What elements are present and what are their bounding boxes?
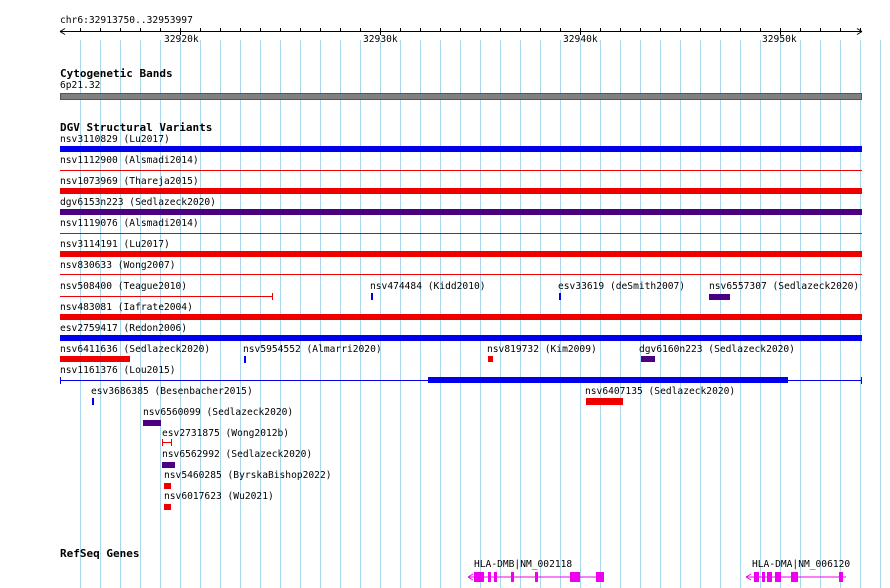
variant-bar-end-tick [162,439,163,446]
variant-label[interactable]: nsv830633 (Wong2007) [60,260,176,272]
variant-label[interactable]: nsv6407135 (Sedlazeck2020) [585,386,735,398]
gene-exon [474,572,484,582]
variant-label[interactable]: esv3686385 (Besenbacher2015) [91,386,253,398]
gene-models[interactable] [0,566,890,588]
variant-bar[interactable] [641,356,655,362]
variant-bar[interactable] [244,356,246,363]
variant-bar[interactable] [60,209,862,215]
variant-bar-end-tick [60,377,61,384]
variant-bar[interactable] [60,356,130,362]
cytoband-label: 6p21.32 [60,80,101,91]
variant-label[interactable]: nsv483081 (Iafrate2004) [60,302,193,314]
variant-label[interactable]: nsv1161376 (Lou2015) [60,365,176,377]
ruler-tick-32930k: 32930k [363,34,398,45]
cytoband-track-title[interactable]: Cytogenetic Bands [60,67,173,80]
variant-bar[interactable] [143,420,161,426]
variant-label[interactable]: nsv474484 (Kidd2010) [370,281,486,293]
gene-exon [494,572,497,582]
variant-bar-thick[interactable] [428,377,788,383]
variant-label[interactable]: nsv6560099 (Sedlazeck2020) [143,407,293,419]
variant-label[interactable]: nsv1112900 (Alsmadi2014) [60,155,199,167]
variant-label[interactable]: nsv3110829 (Lu2017) [60,134,170,146]
gene-exon [767,572,772,582]
variant-bar[interactable] [559,293,561,300]
variant-bar[interactable] [60,233,862,234]
gene-exon [775,572,781,582]
variant-label[interactable]: nsv5460285 (ByrskaBishop2022) [164,470,332,482]
variant-bar[interactable] [92,398,94,405]
variant-label[interactable]: nsv6017623 (Wu2021) [164,491,274,503]
variant-label[interactable]: dgv6160n223 (Sedlazeck2020) [639,344,795,356]
variant-bar[interactable] [60,335,862,341]
variant-bar-end-tick [272,293,273,300]
gene-exon [596,572,604,582]
variant-bar[interactable] [164,483,171,489]
gene-exon [535,572,538,582]
ruler-tick-32920k: 32920k [164,34,199,45]
cytoband-bar[interactable] [60,93,862,100]
variant-bar[interactable] [709,294,730,300]
gene-exon [791,572,798,582]
gene-exon [762,572,765,582]
variant-label[interactable]: nsv1073969 (Thareja2015) [60,176,199,188]
variant-bar-end-tick [171,439,172,446]
variant-bar[interactable] [162,462,175,468]
gene-exon [511,572,514,582]
variant-label[interactable]: nsv1119076 (Alsmadi2014) [60,218,199,230]
variant-bar[interactable] [60,314,862,320]
ruler-tick-32940k: 32940k [563,34,598,45]
variant-label[interactable]: esv33619 (deSmith2007) [558,281,685,293]
ruler-tick-32950k: 32950k [762,34,797,45]
variant-bar[interactable] [586,398,623,405]
variant-label[interactable]: nsv5954552 (Almarri2020) [243,344,382,356]
refseq-track-title[interactable]: RefSeq Genes [60,547,139,560]
variant-label[interactable]: dgv6153n223 (Sedlazeck2020) [60,197,216,209]
variant-bar[interactable] [60,296,273,297]
variant-label[interactable]: nsv819732 (Kim2009) [487,344,597,356]
variant-bar-end-tick [861,377,862,384]
grid-lines [59,28,881,588]
gene-exon [839,572,843,582]
gene-exon [488,572,491,582]
variant-bar[interactable] [60,146,862,152]
variant-bar[interactable] [60,251,862,257]
dgv-track-title[interactable]: DGV Structural Variants [60,121,212,134]
variant-bar[interactable] [60,170,862,171]
gene-exon [754,572,759,582]
variant-label[interactable]: esv2731875 (Wong2012b) [162,428,289,440]
variant-label[interactable]: esv2759417 (Redon2006) [60,323,187,335]
variant-label[interactable]: nsv508400 (Teague2010) [60,281,187,293]
variant-label[interactable]: nsv6411636 (Sedlazeck2020) [60,344,210,356]
variant-bar[interactable] [60,274,862,275]
variant-label[interactable]: nsv6557307 (Sedlazeck2020) [709,281,859,293]
variant-label[interactable]: nsv6562992 (Sedlazeck2020) [162,449,312,461]
variant-bar[interactable] [60,188,862,194]
variant-bar[interactable] [488,356,493,362]
ruler-location: chr6:32913750..32953997 [60,15,193,26]
variant-bar[interactable] [164,504,171,510]
gene-exon [570,572,580,582]
variant-label[interactable]: nsv3114191 (Lu2017) [60,239,170,251]
variant-bar[interactable] [371,293,373,300]
